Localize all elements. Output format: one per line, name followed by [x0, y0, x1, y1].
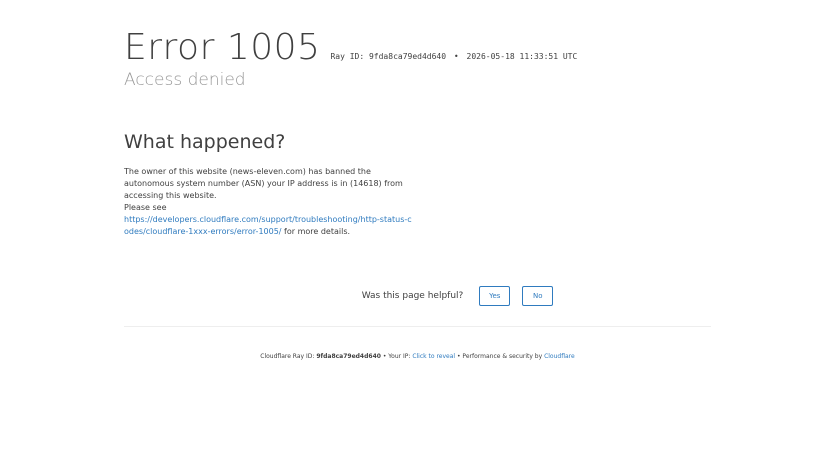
feedback-no-button[interactable]: No [522, 286, 554, 306]
footer-ray-id: 9fda8ca79ed4d640 [316, 353, 381, 360]
description-paragraph: The owner of this website (news-eleven.c… [124, 167, 403, 200]
timestamp: 2026-05-18 11:33:51 UTC [466, 52, 578, 61]
feedback-row: Was this page helpful? Yes No [0, 286, 835, 306]
error-title: Error 1005 [124, 27, 321, 68]
error-subtitle: Access denied [124, 70, 246, 90]
meta-separator: • [453, 52, 459, 61]
footer-performance-label: • Performance & security by [455, 353, 545, 360]
error-doc-link[interactable]: https://developers.cloudflare.com/suppor… [124, 215, 412, 236]
footer-ray-prefix: Cloudflare Ray ID: [260, 353, 317, 360]
title-row: Error 1005 Ray ID: 9fda8ca79ed4d640 • 20… [124, 28, 577, 68]
reveal-ip-link[interactable]: Click to reveal [412, 353, 455, 360]
cloudflare-link[interactable]: Cloudflare [544, 353, 575, 360]
footer-ip-label: • Your IP: [380, 353, 413, 360]
reference-line: https://developers.cloudflare.com/suppor… [124, 214, 414, 238]
ray-id-label: Ray ID: 9fda8ca79ed4d640 [330, 52, 447, 61]
footer: Cloudflare Ray ID: 9fda8ca79ed4d640 • Yo… [0, 353, 835, 360]
error-page: Error 1005 Ray ID: 9fda8ca79ed4d640 • 20… [0, 0, 835, 469]
ray-meta: Ray ID: 9fda8ca79ed4d640 • 2026-05-18 11… [330, 52, 577, 61]
what-happened-description: The owner of this website (news-eleven.c… [124, 166, 414, 238]
feedback-question: Was this page helpful? [361, 291, 464, 301]
what-happened-heading: What happened? [124, 131, 286, 153]
error-header: Error 1005 Ray ID: 9fda8ca79ed4d640 • 20… [124, 28, 577, 91]
feedback-yes-button[interactable]: Yes [479, 286, 511, 306]
please-see-text: Please see [124, 203, 167, 212]
after-link-text: for more details. [281, 227, 351, 236]
footer-divider [124, 326, 711, 327]
